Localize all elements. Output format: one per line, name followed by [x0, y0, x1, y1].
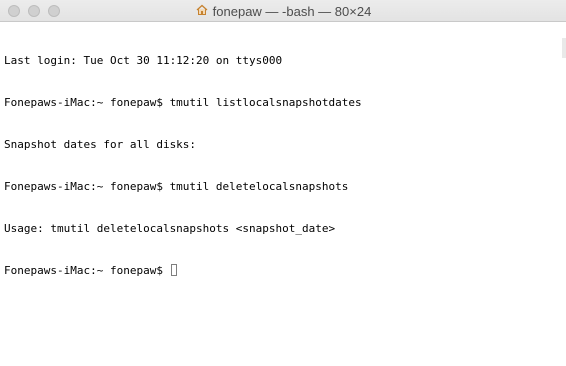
text-cursor: [170, 264, 177, 276]
terminal-line: Usage: tmutil deletelocalsnapshots <snap…: [4, 222, 336, 235]
window-title: fonepaw — -bash — 80×24: [212, 3, 372, 19]
prompt-line[interactable]: Fonepaws-iMac:~ fonepaw$: [4, 264, 566, 278]
terminal-output[interactable]: Last login: Tue Oct 30 11:12:20 on ttys0…: [0, 22, 566, 366]
terminal-line: Fonepaws-iMac:~ fonepaw$ tmutil listloca…: [4, 96, 362, 109]
terminal-line: Snapshot dates for all disks:: [4, 138, 197, 151]
shell-prompt: Fonepaws-iMac:~ fonepaw$: [4, 264, 170, 277]
scrollbar-edge[interactable]: [562, 38, 566, 58]
terminal-line: Last login: Tue Oct 30 11:12:20 on ttys0…: [4, 54, 283, 67]
title-bar[interactable]: fonepaw — -bash — 80×24: [0, 0, 566, 22]
home-icon: [195, 3, 209, 17]
terminal-window: fonepaw — -bash — 80×24 Last login: Tue …: [0, 0, 566, 366]
terminal-line: Fonepaws-iMac:~ fonepaw$ tmutil deletelo…: [4, 180, 349, 193]
window-title-container: fonepaw — -bash — 80×24: [0, 0, 566, 22]
